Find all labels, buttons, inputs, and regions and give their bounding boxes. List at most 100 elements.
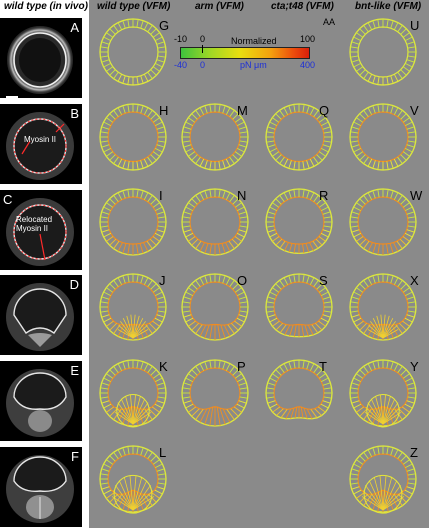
cell-edge [302, 189, 305, 198]
cell-edge [284, 324, 291, 336]
cell-edge [322, 314, 331, 318]
cell-edge [322, 211, 331, 215]
cell-edge [321, 377, 329, 383]
cell-edge [400, 369, 407, 376]
cell-edge [390, 105, 394, 114]
cell-edge [396, 240, 403, 249]
cell-edge [397, 71, 403, 79]
cell-edge [188, 236, 196, 242]
cell-edge [117, 74, 123, 82]
cell-edge [372, 20, 376, 29]
cell-edge [405, 36, 413, 42]
vfm-panel-n: N [175, 184, 257, 262]
cell-edge [182, 216, 191, 219]
cell-edge [279, 366, 285, 374]
cell-edge [402, 236, 410, 242]
cell-edge [182, 387, 191, 390]
cell-edge [157, 301, 166, 304]
cell-edge [266, 140, 275, 143]
cell-edge [351, 126, 360, 130]
cell-edge [309, 277, 315, 285]
cell-edge [122, 447, 126, 456]
cell-edge [199, 192, 205, 200]
cell-edge [401, 406, 410, 413]
cell-edge [404, 403, 413, 409]
cell-edge [353, 121, 361, 127]
cell-edge [367, 192, 373, 200]
legend-label-top-right: 100 [300, 34, 316, 44]
cell-edge [103, 317, 112, 323]
cell-edge [234, 320, 242, 327]
embryo-inner-contour [273, 281, 325, 326]
cell-edge [143, 192, 149, 200]
cell-edge [217, 324, 221, 340]
panel-letter-d: D [69, 277, 79, 292]
cell-edge [239, 396, 248, 399]
cell-edge [353, 206, 361, 212]
cell-edge [266, 216, 275, 219]
cell-edge [127, 360, 130, 369]
microscopy-panel-b: B Myosin II [0, 104, 82, 184]
cell-edge [318, 287, 326, 293]
cell-edge [155, 121, 163, 127]
cell-edge [100, 396, 109, 399]
cell-edge [140, 105, 144, 114]
cell-edge [157, 396, 166, 399]
cell-edge [363, 71, 369, 79]
cell-edge [402, 287, 410, 293]
cell-edge [220, 324, 226, 339]
cell-edge [238, 211, 247, 215]
cell-edge [188, 202, 196, 208]
cell-edge [316, 154, 323, 161]
cell-edge [350, 396, 359, 399]
cell-edge [359, 154, 366, 161]
cell-edge [151, 492, 160, 499]
cell-edge [156, 400, 165, 404]
cell-edge [103, 232, 112, 238]
cell-edge [154, 403, 163, 409]
cell-edge [101, 144, 110, 148]
cell-edge [407, 396, 416, 399]
figure: wild type (in vivo) wild type (VFM) arm … [0, 0, 429, 528]
cell-edge [393, 107, 399, 115]
cell-edge [109, 283, 116, 290]
cell-edge [302, 360, 305, 369]
vfm-panel-i: I [93, 184, 175, 262]
cell-edge [191, 369, 198, 376]
cell-edge [372, 190, 376, 199]
cell-edge [122, 105, 126, 114]
cell-edge [359, 323, 367, 331]
microscopy-panel-f: F [0, 447, 82, 527]
cell-edge [399, 238, 407, 246]
embryo-inner-contour [107, 367, 159, 410]
cell-edge [136, 104, 139, 113]
cell-edge [103, 377, 111, 383]
cell-edge [234, 151, 242, 157]
cell-edge [191, 408, 200, 417]
cell-edge [400, 455, 407, 462]
cell-edge [322, 382, 331, 386]
cell-edge [139, 243, 144, 254]
cell-edge [323, 140, 332, 143]
cell-edge [140, 275, 144, 284]
cell-edge [191, 113, 198, 120]
cell-edge [238, 229, 247, 233]
vfm-panel-l: L [93, 441, 175, 519]
colorbar-zero-tick [202, 45, 203, 53]
cell-edge [407, 55, 416, 58]
cell-edge [406, 126, 415, 130]
cell-edge [117, 107, 123, 115]
cell-edge [283, 277, 289, 285]
cell-edge [305, 243, 310, 253]
vfm-panel-g: G [93, 14, 175, 92]
cell-edge [147, 452, 153, 460]
cell-edge [157, 473, 166, 476]
cell-edge [290, 407, 295, 419]
cell-edge [182, 140, 191, 143]
panel-letter-h: H [159, 103, 169, 118]
cell-edge [103, 36, 111, 42]
cell-edge [185, 291, 193, 297]
cell-edge [353, 36, 361, 42]
cell-edge [157, 131, 166, 134]
cell-edge [143, 74, 149, 82]
